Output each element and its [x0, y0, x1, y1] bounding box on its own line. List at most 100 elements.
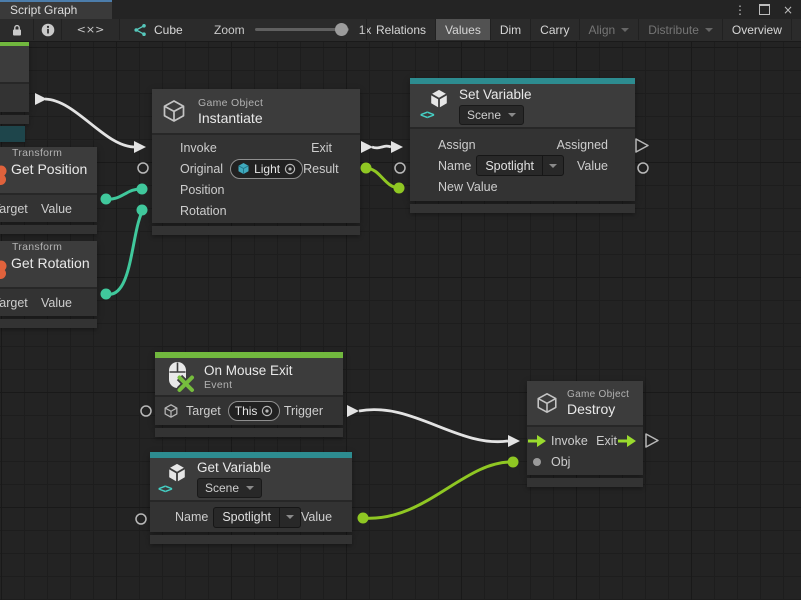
node-destroy[interactable]: Game Object Destroy Invoke Exit Obj — [527, 381, 643, 487]
variable-name-dropdown[interactable]: Spotlight — [476, 155, 564, 176]
toolbar-left-group: <×> — [0, 19, 120, 40]
object-picker-icon[interactable] — [284, 163, 296, 175]
node-footer — [152, 226, 360, 235]
chevron-down-icon — [286, 515, 294, 519]
zoom-control: Zoom 1x — [214, 19, 371, 40]
value-port-label: Value — [41, 202, 72, 216]
gameobject-cube-icon — [535, 391, 559, 415]
tab-script-graph[interactable]: Script Graph — [0, 0, 112, 19]
target-port-label: Target — [186, 404, 221, 418]
chevron-down-icon — [549, 164, 557, 168]
gameobject-cube-icon — [163, 403, 179, 419]
zoom-label: Zoom — [214, 23, 245, 37]
transform-icon — [0, 268, 6, 279]
chevron-down-icon — [508, 113, 516, 117]
assigned-port-label: Assigned — [557, 138, 608, 152]
chevron-down-icon — [621, 28, 629, 32]
graph-branch-icon — [133, 23, 147, 37]
node-title: Destroy — [567, 401, 629, 417]
distribute-button[interactable]: Distribute — [639, 19, 723, 40]
node-get-position[interactable]: Transform Get Position Target Value — [0, 139, 97, 234]
fullscreen-button[interactable]: Full Screen — [792, 19, 801, 40]
transform-icon — [0, 174, 6, 185]
toolbar-buttons: Relations Values Dim Carry Align Distrib… — [366, 19, 801, 40]
object-field-light[interactable]: Light — [230, 159, 303, 179]
close-icon[interactable]: × — [783, 3, 793, 17]
kebab-menu-icon[interactable]: ⋮ — [734, 3, 746, 17]
zoom-slider[interactable] — [255, 28, 349, 31]
node-category: Game Object — [567, 389, 629, 400]
exit-port-label: Exit — [311, 141, 332, 155]
relations-button[interactable]: Relations — [367, 19, 436, 40]
code-view-button[interactable]: <×> — [62, 19, 120, 40]
graph-canvas[interactable] — [0, 42, 801, 600]
node-get-rotation[interactable]: Transform Get Rotation Target Value — [0, 233, 97, 328]
code-icon: <×> — [77, 23, 105, 36]
node-footer — [155, 428, 343, 437]
invoke-port-label: Invoke — [551, 434, 588, 448]
target-field-value: This — [235, 404, 258, 418]
window-controls: ⋮ × — [734, 0, 793, 19]
variable-name-dropdown[interactable]: Spotlight — [213, 507, 301, 528]
node-title: On Mouse Exit — [204, 363, 293, 378]
node-footer — [0, 319, 97, 328]
node-category: Transform — [12, 241, 97, 253]
offscreen-event-node[interactable]: r — [0, 42, 29, 124]
value-port-label: Value — [577, 159, 608, 173]
align-button[interactable]: Align — [580, 19, 640, 40]
node-footer — [0, 115, 29, 124]
node-title: Get Position — [11, 161, 97, 177]
assign-port-label: Assign — [438, 138, 476, 152]
rotation-port-label: Rotation — [180, 204, 227, 218]
node-set-variable[interactable]: <> Set Variable Scene Assign Assigned — [410, 78, 635, 213]
target-port-label: Target — [0, 296, 28, 310]
maximize-icon[interactable] — [759, 4, 770, 15]
zoom-slider-handle[interactable] — [335, 23, 348, 36]
titlebar: Script Graph ⋮ × — [0, 0, 801, 19]
target-object-field[interactable]: This — [228, 401, 281, 421]
node-subtitle: Event — [204, 379, 293, 391]
carry-button[interactable]: Carry — [531, 19, 579, 40]
lock-icon — [10, 23, 24, 37]
overview-button[interactable]: Overview — [723, 19, 792, 40]
value-port-label: Value — [41, 296, 72, 310]
position-port-label: Position — [180, 183, 224, 197]
object-picker-icon[interactable] — [261, 405, 273, 417]
info-button[interactable] — [34, 19, 62, 40]
graph-name: Cube — [154, 23, 183, 37]
original-port-label: Original — [180, 162, 223, 176]
graph-toolbar: <×> Cube Zoom 1x Relations Values Dim Ca… — [0, 19, 801, 42]
node-title: Set Variable — [459, 87, 532, 102]
target-port-label: Target — [0, 202, 28, 216]
node-on-mouse-exit[interactable]: On Mouse Exit Event Target This — [155, 352, 343, 437]
script-graph-window: Script Graph ⋮ × — [0, 0, 801, 600]
chevron-down-icon — [705, 28, 713, 32]
trigger-port-label: Trigger — [284, 404, 323, 418]
new-value-port-label: New Value — [438, 180, 498, 194]
node-get-variable[interactable]: <> Get Variable Scene Name Spotlight — [150, 452, 352, 544]
lock-button[interactable] — [0, 19, 34, 40]
invoke-port-label: Invoke — [180, 141, 217, 155]
name-port-label: Name — [438, 159, 471, 173]
values-button[interactable]: Values — [436, 19, 491, 40]
variable-scope-dropdown[interactable]: Scene — [459, 105, 524, 125]
info-icon — [41, 23, 55, 37]
node-footer — [527, 478, 643, 487]
graph-breadcrumb[interactable]: Cube — [133, 19, 183, 40]
result-port-label: Result — [303, 162, 338, 176]
node-category: Game Object — [198, 97, 263, 109]
node-instantiate[interactable]: Game Object Instantiate Invoke Exit Orig… — [152, 89, 360, 235]
object-field-value: Light — [254, 162, 280, 176]
node-title: Get Rotation — [11, 255, 97, 271]
variable-scope-dropdown[interactable]: Scene — [197, 478, 262, 498]
gameobject-cube-icon — [161, 98, 187, 124]
dim-button[interactable]: Dim — [491, 19, 531, 40]
gameobject-teal-cube-icon — [237, 162, 250, 175]
node-category: Transform — [12, 147, 97, 159]
chevron-down-icon — [246, 486, 254, 490]
tab-title: Script Graph — [10, 3, 77, 17]
unity-variable-icon: <> — [420, 88, 451, 123]
name-port-label: Name — [175, 510, 208, 524]
exit-port-label: Exit — [596, 434, 617, 448]
node-title: Instantiate — [198, 110, 263, 126]
